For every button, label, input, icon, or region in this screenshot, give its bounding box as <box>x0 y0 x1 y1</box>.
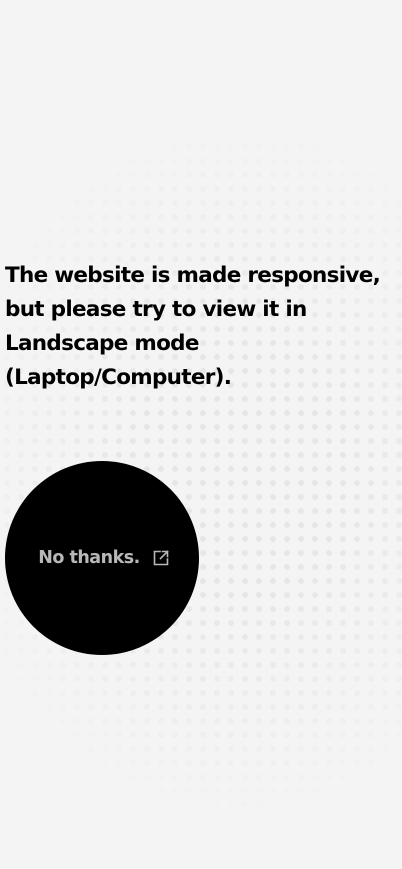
dotted-background <box>0 0 402 869</box>
no-thanks-label: No thanks. <box>38 548 140 568</box>
no-thanks-button-content: No thanks. <box>38 548 170 568</box>
orientation-message: The website is made responsive, but plea… <box>5 263 381 390</box>
external-link-icon <box>152 549 170 567</box>
no-thanks-button[interactable]: No thanks. <box>5 461 199 655</box>
